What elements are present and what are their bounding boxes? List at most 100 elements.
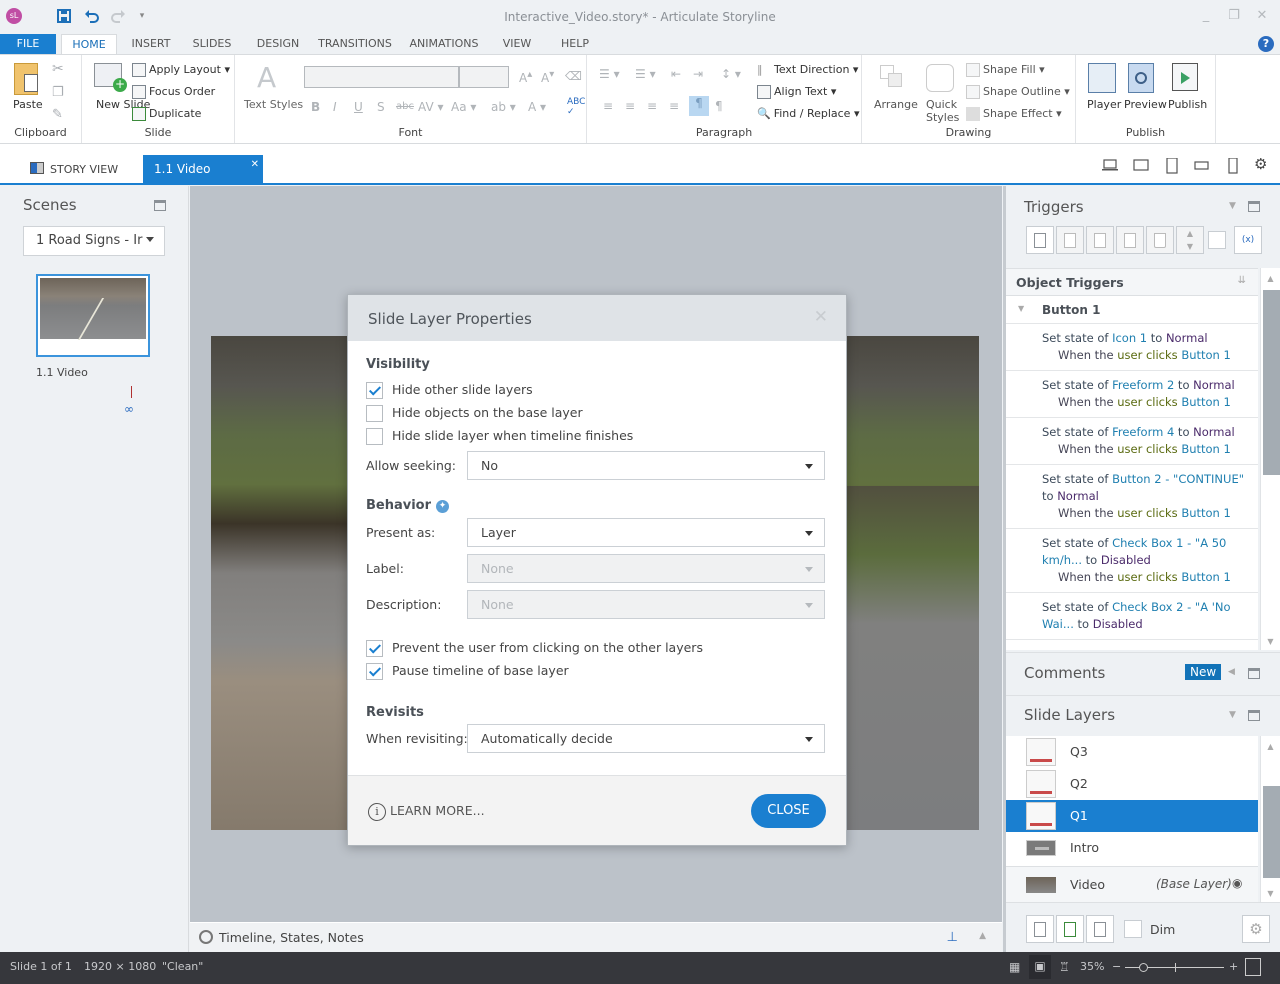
scroll-thumb[interactable] xyxy=(1263,290,1280,475)
checkbox-unchecked[interactable] xyxy=(366,428,383,445)
paste-button[interactable]: Paste xyxy=(13,98,43,111)
story-view-icon[interactable]: ▦ xyxy=(1009,960,1020,974)
tablet-landscape-icon[interactable] xyxy=(1133,158,1149,172)
layer-item[interactable]: Intro xyxy=(1006,832,1258,864)
new-layer-icon[interactable] xyxy=(1026,915,1054,943)
scroll-up-icon[interactable]: ▲ xyxy=(1261,274,1280,283)
cut-icon[interactable]: ✂ xyxy=(52,61,64,77)
trigger-group-button1[interactable]: ▼ Button 1 xyxy=(1006,296,1258,324)
trigger-item[interactable]: Set state of Icon 1 to Normal When the us… xyxy=(1006,324,1258,371)
highlight-icon[interactable]: ab ▾ xyxy=(491,100,516,114)
publish-button[interactable]: Publish xyxy=(1168,98,1207,111)
zoom-out-icon[interactable]: − xyxy=(1112,960,1121,973)
publish-icon[interactable] xyxy=(1172,63,1198,91)
tab-help[interactable]: HELP xyxy=(555,34,595,54)
fit-to-window-icon[interactable] xyxy=(1245,958,1261,976)
scroll-down-icon[interactable]: ▼ xyxy=(1261,889,1280,898)
learn-more-link[interactable]: i LEARN MORE... xyxy=(368,803,485,821)
layer-item[interactable]: Q3 xyxy=(1006,736,1258,768)
story-view-tab[interactable]: STORY VIEW xyxy=(30,155,118,185)
minimize-icon[interactable]: _ xyxy=(1196,8,1216,24)
slide-tab[interactable]: 1.1 Video ✕ xyxy=(143,155,263,185)
tab-design[interactable]: DESIGN xyxy=(250,34,306,54)
normal-view-icon[interactable]: ▣ xyxy=(1029,955,1051,979)
trigger-item[interactable]: Set state of Button 2 - "CONTINUE" to No… xyxy=(1006,465,1258,529)
trigger-toggle-checkbox[interactable] xyxy=(1208,231,1226,249)
collapse-layers-icon[interactable]: ▼ xyxy=(1229,710,1236,720)
dim-checkbox[interactable] xyxy=(1124,920,1142,938)
popout-icon[interactable] xyxy=(1248,201,1260,212)
settings-gear-icon[interactable]: ⚙ xyxy=(1254,155,1270,173)
desktop-view-icon[interactable] xyxy=(1102,158,1118,172)
popout-icon[interactable] xyxy=(1248,710,1260,721)
increase-indent-icon[interactable]: ⇥ xyxy=(693,67,703,81)
shadow-icon[interactable]: S xyxy=(377,100,385,114)
paste-icon[interactable] xyxy=(14,63,38,95)
decrease-indent-icon[interactable]: ⇤ xyxy=(671,67,681,81)
trigger-item[interactable]: Set state of Freeform 4 to Normal When th… xyxy=(1006,418,1258,465)
text-direction-button[interactable]: ‖ Text Direction ▾ xyxy=(757,63,858,77)
help-icon[interactable]: ? xyxy=(1258,36,1274,52)
zoom-slider-handle[interactable] xyxy=(1139,963,1148,972)
checkbox-unchecked[interactable] xyxy=(366,405,383,422)
rtl-icon[interactable]: ¶ xyxy=(715,99,723,113)
zoom-in-icon[interactable]: + xyxy=(1229,960,1238,973)
shrink-font-icon[interactable]: A▾ xyxy=(541,69,554,85)
scroll-down-icon[interactable]: ▼ xyxy=(1261,637,1280,646)
collapse-all-icon[interactable]: ⇊ xyxy=(1238,275,1246,286)
popout-icon[interactable] xyxy=(154,200,166,211)
font-name-combo[interactable] xyxy=(304,66,459,88)
duplicate-layer-icon[interactable] xyxy=(1056,915,1084,943)
justify-icon[interactable]: ≡ xyxy=(669,99,679,113)
phone-portrait-icon[interactable] xyxy=(1225,157,1241,174)
italic-icon[interactable]: I xyxy=(333,100,337,114)
restore-icon[interactable]: ❐ xyxy=(1224,8,1244,24)
arrange-icon[interactable] xyxy=(880,65,906,91)
preview-icon[interactable] xyxy=(1128,63,1154,93)
format-painter-icon[interactable]: ✎ xyxy=(52,107,63,122)
when-revisiting-dropdown[interactable]: Automatically decide xyxy=(467,724,825,753)
font-color-icon[interactable]: A ▾ xyxy=(528,100,546,114)
slide-thumbnail[interactable] xyxy=(36,274,150,357)
collapse-triggers-icon[interactable]: ▼ xyxy=(1229,201,1236,211)
underline-icon[interactable]: U xyxy=(354,100,363,114)
checkbox-checked[interactable] xyxy=(366,382,383,399)
numbering-icon[interactable]: ☰ ▾ xyxy=(635,67,656,81)
find-replace-button[interactable]: 🔍 Find / Replace ▾ xyxy=(757,107,859,120)
delete-trigger-icon[interactable] xyxy=(1146,226,1174,254)
shape-outline-button[interactable]: Shape Outline ▾ xyxy=(966,85,1070,99)
checkbox-checked[interactable] xyxy=(366,663,383,680)
preview-button[interactable]: Preview xyxy=(1124,98,1167,111)
align-left-icon[interactable]: ≡ xyxy=(603,99,613,113)
trigger-item[interactable]: Set state of Freeform 2 to Normal When th… xyxy=(1006,371,1258,418)
ltr-icon[interactable]: ¶ xyxy=(689,96,709,116)
bullets-icon[interactable]: ☰ ▾ xyxy=(599,67,620,81)
grow-font-icon[interactable]: A▴ xyxy=(519,69,532,85)
variables-icon[interactable]: (x) xyxy=(1234,226,1262,254)
copy-icon[interactable]: ❐ xyxy=(52,85,64,100)
paste-trigger-icon[interactable] xyxy=(1116,226,1144,254)
move-trigger-icon[interactable]: ▲ ▼ xyxy=(1176,226,1204,254)
scroll-thumb[interactable] xyxy=(1263,786,1280,878)
copy-trigger-icon[interactable] xyxy=(1086,226,1114,254)
duplicate-button[interactable]: Duplicate xyxy=(132,107,201,121)
bold-icon[interactable]: B xyxy=(311,100,320,114)
tab-close-icon[interactable]: ✕ xyxy=(251,151,259,179)
preview-view-icon[interactable]: ♖ xyxy=(1059,960,1070,974)
zoom-slider[interactable] xyxy=(1125,963,1224,972)
delete-layer-icon[interactable] xyxy=(1086,915,1114,943)
tab-view[interactable]: VIEW xyxy=(497,34,537,54)
focus-order-button[interactable]: Focus Order xyxy=(132,85,215,99)
align-text-button[interactable]: Align Text ▾ xyxy=(757,85,836,99)
edit-trigger-icon[interactable] xyxy=(1056,226,1084,254)
triggers-scrollbar[interactable]: ▲ ▼ xyxy=(1260,268,1280,650)
close-icon[interactable]: ✕ xyxy=(1252,8,1272,24)
line-spacing-icon[interactable]: ↕ ▾ xyxy=(721,67,741,81)
trigger-item[interactable]: Set state of Check Box 2 - "A 'No Wai...… xyxy=(1006,593,1258,640)
tab-transitions[interactable]: TRANSITIONS xyxy=(315,34,395,54)
present-as-dropdown[interactable]: Layer xyxy=(467,518,825,547)
tab-slides[interactable]: SLIDES xyxy=(186,34,238,54)
layer-item[interactable]: Q1 xyxy=(1006,800,1258,832)
tab-animations[interactable]: ANIMATIONS xyxy=(405,34,483,54)
trigger-item[interactable]: Set state of Check Box 1 - "A 50 km/h...… xyxy=(1006,529,1258,593)
